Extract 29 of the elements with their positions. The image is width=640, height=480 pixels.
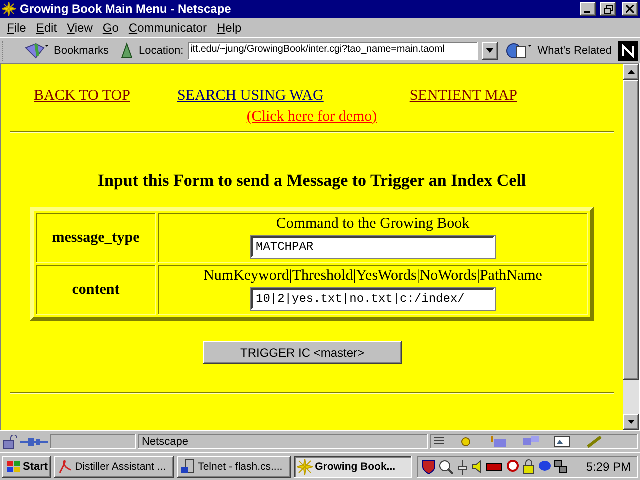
taskbar-button[interactable]: Growing Book... — [294, 456, 412, 478]
menu-item[interactable]: Go — [98, 20, 124, 34]
nav-link[interactable]: SEARCH USING WAG — [177, 88, 324, 105]
clock: 5:29 PM — [586, 460, 631, 474]
nav-link[interactable]: BACK TO TOP — [34, 88, 130, 105]
whats-related-button[interactable]: What's Related — [538, 44, 612, 56]
field-caption: Command to the Growing Book — [275, 216, 471, 233]
taskbar-button[interactable]: Distiller Assistant ... — [54, 456, 174, 478]
input-field[interactable]: 10|2|yes.txt|no.txt|c:/index/ — [251, 288, 495, 310]
demo-link[interactable]: (Click here for demo) — [246, 109, 378, 125]
menu-item[interactable]: File — [2, 20, 32, 34]
taskbar-button[interactable]: Telnet - flash.cs.... — [177, 456, 292, 478]
form-heading: Input this Form to send a Message to Trigger an Index Cell — [96, 171, 528, 191]
field-label: content — [36, 265, 156, 315]
menu-item[interactable]: Help — [212, 20, 247, 34]
menu-item[interactable]: Communicator — [124, 20, 212, 34]
input-field[interactable]: MATCHPAR — [251, 236, 495, 258]
nav-link[interactable]: SENTIENT MAP — [410, 88, 518, 105]
bookmarks-button[interactable]: Bookmarks — [54, 44, 110, 56]
menu-item[interactable]: Edit — [31, 20, 62, 34]
field-caption: NumKeyword|Threshold|YesWords|NoWords|PathName — [202, 268, 544, 285]
status-text: Netscape — [138, 434, 428, 450]
location-label: Location: — [139, 44, 184, 56]
menu-item[interactable]: View — [62, 20, 98, 34]
field-label: message_type — [36, 213, 156, 263]
window-title: Growing Book Main Menu - Netscape — [20, 2, 232, 16]
trigger-button[interactable]: TRIGGER IC <master> — [203, 341, 402, 364]
location-field[interactable]: itt.edu/~jung/GrowingBook/inter.cgi?tao_name=main.taoml — [188, 42, 478, 60]
start-button[interactable]: Start — [2, 456, 52, 478]
